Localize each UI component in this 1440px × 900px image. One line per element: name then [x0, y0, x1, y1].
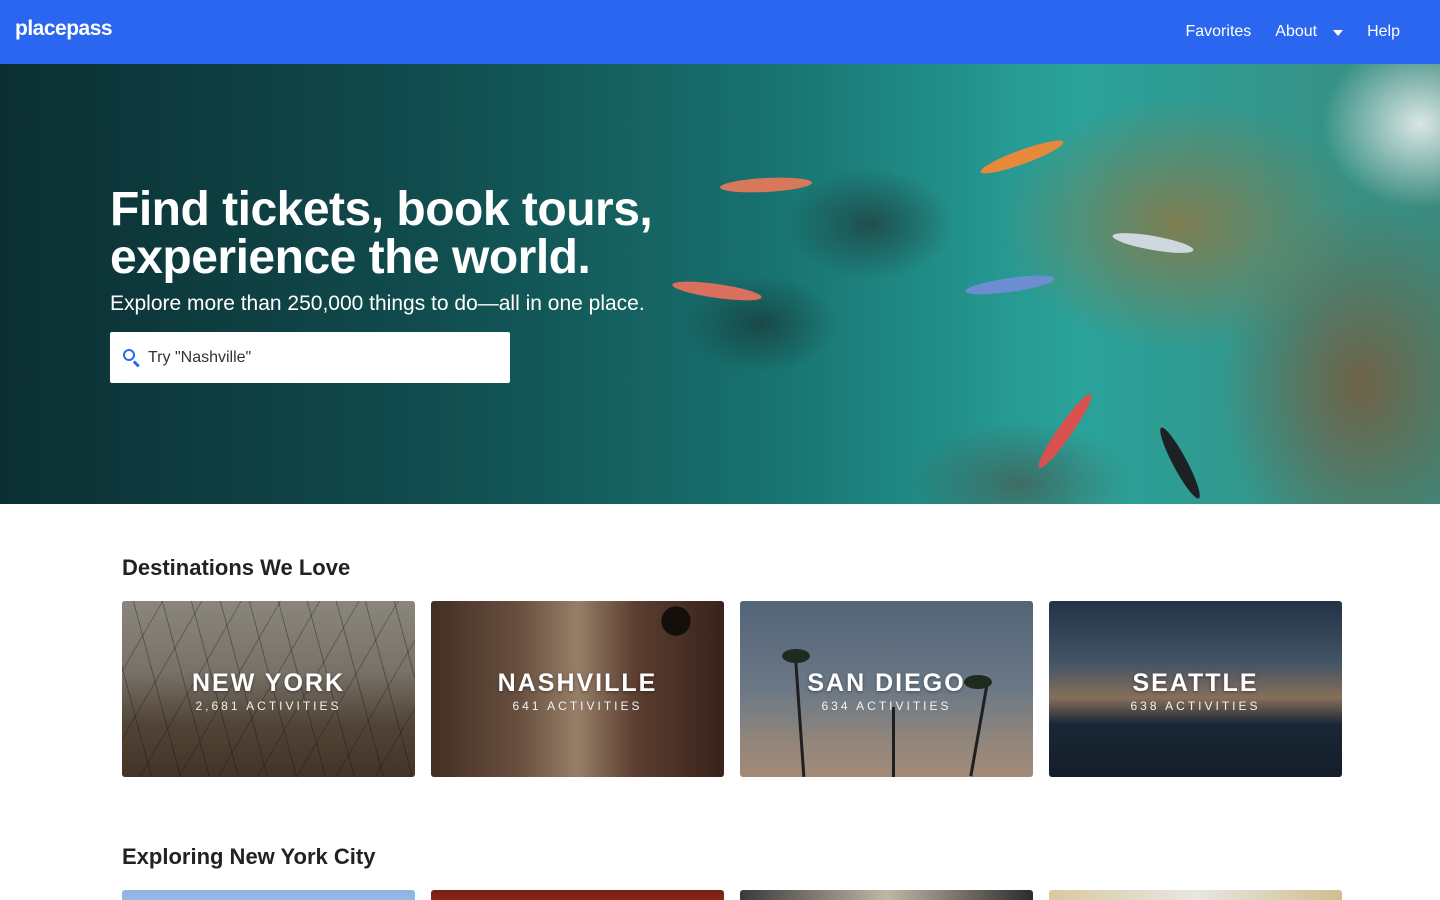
destination-activity-count: 2,681 ACTIVITIES — [195, 699, 342, 713]
destination-name: NASHVILLE — [497, 669, 658, 697]
activity-card[interactable] — [122, 890, 415, 900]
main-nav: Favorites About Help — [1185, 0, 1400, 64]
hero-title-line2: experience the world. — [110, 231, 591, 284]
hero-banner: Find tickets, book tours, experience the… — [0, 64, 1440, 504]
destinations-list: NEW YORK 2,681 ACTIVITIES NASHVILLE 641 … — [122, 601, 1342, 777]
destination-card-nashville[interactable]: NASHVILLE 641 ACTIVITIES — [431, 601, 724, 777]
exploring-list — [122, 890, 1342, 900]
nav-about-dropdown[interactable]: About — [1275, 23, 1344, 41]
activity-card[interactable] — [431, 890, 724, 900]
destination-name: SEATTLE — [1132, 669, 1259, 697]
nav-about-label: About — [1275, 23, 1318, 40]
destination-name: NEW YORK — [191, 669, 346, 697]
destination-card-new-york[interactable]: NEW YORK 2,681 ACTIVITIES — [122, 601, 415, 777]
search-box[interactable] — [110, 332, 510, 383]
destination-activity-count: 638 ACTIVITIES — [1130, 699, 1261, 713]
search-input[interactable] — [148, 348, 478, 367]
search-icon — [122, 348, 142, 368]
nav-favorites-label: Favorites — [1185, 23, 1252, 40]
destination-activity-count: 641 ACTIVITIES — [512, 699, 643, 713]
activity-card[interactable] — [740, 890, 1033, 900]
nav-help[interactable]: Help — [1367, 23, 1400, 41]
destination-activity-count: 634 ACTIVITIES — [821, 699, 952, 713]
nav-help-label: Help — [1367, 23, 1400, 40]
nav-favorites[interactable]: Favorites — [1185, 23, 1251, 41]
activity-card[interactable] — [1049, 890, 1342, 900]
destination-name: SAN DIEGO — [807, 669, 966, 697]
hero-title-line1: Find tickets, book tours, — [110, 183, 653, 236]
hero-subtitle: Explore more than 250,000 things to do—a… — [110, 292, 645, 315]
chevron-down-icon — [1333, 30, 1344, 36]
destination-card-san-diego[interactable]: SAN DIEGO 634 ACTIVITIES — [740, 601, 1033, 777]
hero-title: Find tickets, book tours, experience the… — [110, 186, 750, 282]
exploring-heading: Exploring New York City — [122, 844, 376, 869]
destination-card-seattle[interactable]: SEATTLE 638 ACTIVITIES — [1049, 601, 1342, 777]
top-navbar: placepass Favorites About Help — [0, 0, 1440, 64]
destinations-heading: Destinations We Love — [122, 555, 351, 580]
placepass-logo[interactable]: placepass — [15, 17, 113, 41]
